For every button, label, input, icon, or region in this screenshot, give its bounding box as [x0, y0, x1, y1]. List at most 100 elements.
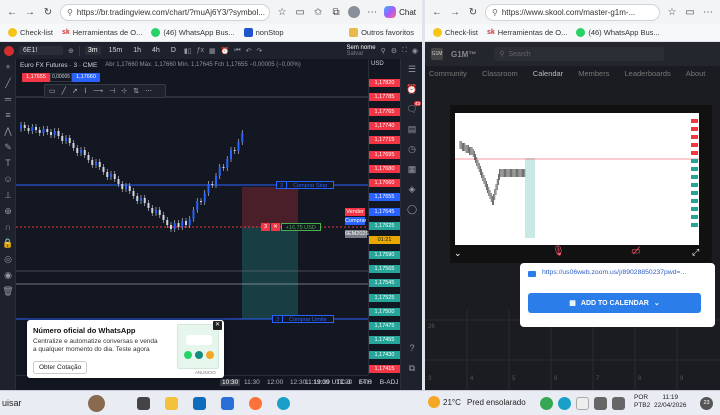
profile-avatar[interactable]	[348, 6, 361, 18]
redo-icon[interactable]: ↷	[257, 47, 263, 55]
chrome-icon[interactable]	[540, 397, 553, 410]
chat-sidebar-icon[interactable]: ◯	[401, 199, 422, 219]
get-quote-button[interactable]: Obter Cotação	[33, 361, 88, 374]
help-icon[interactable]: ?	[401, 338, 422, 358]
settings-icon[interactable]: ⚙	[391, 47, 397, 55]
long-position-icon[interactable]: ⇅	[133, 87, 139, 95]
tab-about[interactable]: About	[686, 69, 706, 78]
star-icon[interactable]: ☆	[276, 6, 288, 18]
site-info-icon[interactable]: ⚲	[492, 8, 498, 17]
bookmark-check-list[interactable]: Check-list	[8, 28, 53, 37]
session-toggle[interactable]: ETH	[359, 379, 372, 386]
firefox-icon[interactable]	[249, 397, 262, 410]
system-clock[interactable]: 11:19 22/04/2026	[654, 394, 687, 410]
trendline-icon[interactable]: ╱	[0, 75, 16, 91]
bookmark-whatsapp[interactable]: (46) WhatsApp Bus...	[151, 28, 235, 37]
timeframe-d[interactable]: D	[168, 46, 179, 55]
language-indicator[interactable]: POR PTB2	[634, 394, 650, 410]
crosshair-icon[interactable]: +	[0, 59, 16, 75]
right-url-bar[interactable]: ⚲ https://www.skool.com/master-g1m-...	[485, 3, 660, 21]
volume-icon[interactable]	[612, 397, 625, 410]
group-name[interactable]: G1M™	[451, 50, 476, 59]
buy-limit-order[interactable]: 3 Comprar Limite	[272, 315, 334, 323]
reload-icon[interactable]: ↻	[467, 6, 479, 18]
zoom-video-player[interactable]: ⌄ 🎙 ▭̸ ⤢	[450, 105, 712, 263]
fullscreen-icon[interactable]: ⛶	[402, 47, 407, 55]
undo-icon[interactable]: ↶	[246, 47, 252, 55]
calendar-sidebar-icon[interactable]: ▦	[401, 159, 422, 179]
reload-icon[interactable]: ↻	[42, 6, 54, 18]
edge-icon[interactable]	[558, 397, 571, 410]
brush-icon[interactable]: ✎	[0, 139, 16, 155]
file-explorer-icon[interactable]	[165, 397, 178, 410]
ad-thumbnail[interactable]	[177, 324, 219, 369]
buy-button[interactable]: 1,17660	[72, 73, 100, 82]
timeframe-4h[interactable]: 4h	[149, 46, 163, 55]
zoom-link[interactable]: https://us06web.zoom.us/j/89028850237pwd…	[542, 269, 712, 276]
object-tree-icon[interactable]: ⧉	[401, 358, 422, 378]
bookmark-check-list[interactable]: Check-list	[433, 28, 478, 37]
notification-bell-icon[interactable]: 23	[700, 397, 713, 410]
toolbar-more-icon[interactable]: ⋯	[145, 87, 152, 95]
bookmark-herramientas[interactable]: sk Herramientas de O...	[62, 28, 142, 37]
pattern-icon[interactable]: ⋀	[0, 123, 16, 139]
position-close-icon[interactable]: ✕	[271, 223, 280, 231]
mail-icon[interactable]	[221, 397, 234, 410]
eye-icon[interactable]: ◉	[0, 267, 16, 283]
more-icon[interactable]: ⋯	[366, 6, 378, 18]
position-line-label[interactable]: 3 ✕ +16,75 USD	[261, 223, 321, 231]
wifi-icon[interactable]	[594, 397, 607, 410]
data-window-icon[interactable]: ▤	[401, 119, 422, 139]
timeframe-15m[interactable]: 15m	[106, 46, 126, 55]
ideas-icon[interactable]: ◈	[401, 179, 422, 199]
sell-button[interactable]: 1,17655	[22, 73, 50, 82]
back-icon[interactable]: ←	[431, 6, 443, 18]
left-url-bar[interactable]: ⚲ https://br.tradingview.com/chart/?muAj…	[60, 3, 271, 21]
replay-icon[interactable]: ⏮	[234, 47, 240, 55]
hide-drawing-icon[interactable]: ◎	[0, 251, 16, 267]
taskbar-search-text[interactable]: uisar	[2, 398, 22, 408]
text-tool-icon[interactable]: T	[0, 155, 16, 171]
cloud-icon[interactable]	[576, 397, 589, 410]
bookmark-other-favorites[interactable]: Outros favoritos	[349, 28, 414, 37]
forward-icon[interactable]: →	[24, 6, 36, 18]
trash-icon[interactable]: 🗑	[0, 283, 16, 299]
collections-icon[interactable]: ⧉	[330, 6, 342, 18]
alerts-sidebar-icon[interactable]: ⏰	[401, 79, 422, 99]
search-icon[interactable]: ⚲	[381, 47, 386, 55]
hotlist-icon[interactable]: ◷	[401, 139, 422, 159]
toast-close-icon[interactable]: ✕	[213, 321, 222, 330]
outlook-icon[interactable]	[193, 397, 206, 410]
weather-temp[interactable]: 21°C	[443, 398, 461, 407]
favorites-icon[interactable]: ✩	[312, 6, 324, 18]
currency-label[interactable]: USD	[371, 61, 384, 67]
layout-name-button[interactable]: Sem nome Salvar	[347, 45, 376, 57]
reading-icon[interactable]: ▭	[684, 6, 696, 18]
path-tool-icon[interactable]: ⌇	[84, 87, 87, 95]
forward-icon[interactable]: →	[449, 6, 461, 18]
indicators-icon[interactable]: ƒx	[197, 47, 204, 54]
search-user-avatar-icon[interactable]	[88, 395, 105, 412]
site-info-icon[interactable]: ⚲	[67, 8, 73, 17]
timeframe-1h[interactable]: 1h	[130, 46, 144, 55]
tab-calendar[interactable]: Calendar	[533, 69, 563, 78]
camera-icon[interactable]: ◉	[412, 47, 418, 55]
bookmark-herramientas[interactable]: sk Herramientas de O...	[487, 28, 567, 37]
emoji-tool-icon[interactable]: ☺	[0, 171, 16, 187]
cross-line-icon[interactable]: ⊹	[121, 87, 127, 95]
symbol-search[interactable]: 6E1!	[19, 46, 63, 55]
tab-community[interactable]: Community	[429, 69, 467, 78]
group-logo-icon[interactable]: G1M	[431, 48, 443, 60]
tab-members[interactable]: Members	[578, 69, 609, 78]
hline-tool-icon[interactable]: ⊣	[109, 87, 115, 95]
fib-icon[interactable]: ≡	[0, 107, 16, 123]
ruler-icon[interactable]: ⟂	[0, 187, 16, 203]
rectangle-tool-icon[interactable]: ▭	[49, 87, 56, 95]
star-icon[interactable]: ☆	[666, 6, 678, 18]
layout-grid-icon[interactable]: ▦	[209, 47, 216, 55]
horizontal-line-icon[interactable]: ═	[0, 91, 16, 107]
more-icon[interactable]: ⋯	[702, 6, 714, 18]
ray-tool-icon[interactable]: ⟶	[93, 87, 103, 95]
timeframe-3m[interactable]: 3m	[84, 46, 101, 55]
lock-drawing-icon[interactable]: 🔒	[0, 235, 16, 251]
